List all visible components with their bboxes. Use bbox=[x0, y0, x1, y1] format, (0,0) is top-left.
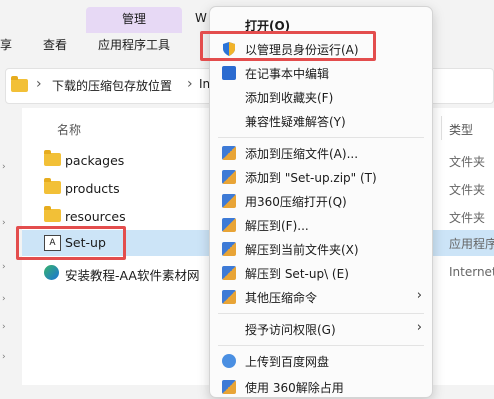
menu-item-extract-here[interactable]: 解压到当前文件夹(X) bbox=[210, 237, 432, 261]
file-name: products bbox=[65, 181, 120, 196]
column-header-name[interactable]: 名称 bbox=[57, 121, 81, 138]
folder-icon bbox=[11, 76, 28, 92]
menu-label: 解压到 Set-up\ (E) bbox=[245, 267, 349, 281]
menu-label: 上传到百度网盘 bbox=[245, 355, 330, 369]
expand-arrow-icon[interactable]: › bbox=[2, 218, 6, 228]
breadcrumb-folder[interactable]: 下载的压缩包存放位置 bbox=[52, 77, 172, 94]
zip-icon bbox=[222, 242, 236, 256]
menu-label: 解压到当前文件夹(X) bbox=[245, 243, 359, 257]
menu-label: 用360压缩打开(Q) bbox=[245, 195, 347, 209]
menu-item-360-unlock[interactable]: 使用 360解除占用 bbox=[210, 375, 432, 399]
zip-icon bbox=[222, 194, 236, 208]
file-name: packages bbox=[65, 153, 125, 168]
menu-item-add-archive[interactable]: 添加到压缩文件(A)... bbox=[210, 141, 432, 165]
menu-divider bbox=[218, 137, 424, 138]
expand-arrow-icon[interactable]: › bbox=[2, 322, 6, 332]
menu-item-more-compress[interactable]: 其他压缩命令 › bbox=[210, 285, 432, 309]
menu-item-baidu-upload[interactable]: 上传到百度网盘 bbox=[210, 349, 432, 373]
zip-icon bbox=[222, 146, 236, 160]
notepad-icon bbox=[222, 66, 236, 80]
folder-icon bbox=[44, 150, 61, 166]
folder-icon bbox=[44, 178, 61, 194]
cloud-icon bbox=[222, 354, 236, 368]
chevron-right-icon: › bbox=[36, 76, 42, 92]
menu-item-edit-notepad[interactable]: 在记事本中编辑 bbox=[210, 61, 432, 85]
ribbon-share[interactable]: 享 bbox=[0, 36, 12, 53]
menu-label: 添加到压缩文件(A)... bbox=[245, 147, 359, 161]
expand-arrow-icon[interactable]: › bbox=[2, 262, 6, 272]
menu-item-extract-to[interactable]: 解压到(F)... bbox=[210, 213, 432, 237]
zip-icon bbox=[222, 218, 236, 232]
menu-label: 添加到收藏夹(F) bbox=[245, 91, 334, 105]
expand-arrow-icon[interactable]: › bbox=[2, 162, 6, 172]
menu-item-grant-access[interactable]: 授予访问权限(G) › bbox=[210, 317, 432, 341]
menu-divider bbox=[218, 345, 424, 346]
chevron-right-icon: › bbox=[416, 320, 422, 335]
menu-divider bbox=[218, 313, 424, 314]
file-type: 应用程序 bbox=[449, 237, 494, 251]
menu-label: 在记事本中编辑 bbox=[245, 67, 330, 81]
menu-label: 使用 360解除占用 bbox=[245, 381, 344, 395]
file-name: 安装教程-AA软件素材网 bbox=[65, 268, 200, 283]
ribbon-app-tools[interactable]: 应用程序工具 bbox=[98, 36, 170, 53]
menu-label: 添加到 "Set-up.zip" (T) bbox=[245, 171, 377, 185]
menu-item-open-360[interactable]: 用360压缩打开(Q) bbox=[210, 189, 432, 213]
zip-icon bbox=[222, 266, 236, 280]
menu-item-extract-folder[interactable]: 解压到 Set-up\ (E) bbox=[210, 261, 432, 285]
navigation-pane bbox=[0, 108, 14, 385]
tab-manage[interactable]: 管理 bbox=[86, 7, 182, 33]
expand-arrow-icon[interactable]: › bbox=[2, 294, 6, 304]
ribbon-view[interactable]: 查看 bbox=[43, 36, 67, 53]
context-menu: 打开(O) 以管理员身份运行(A) 在记事本中编辑 添加到收藏夹(F) 兼容性疑… bbox=[209, 6, 433, 398]
file-type: Internet bbox=[449, 265, 494, 279]
zip-icon bbox=[222, 380, 236, 394]
file-type: 文件夹 bbox=[449, 155, 486, 169]
tab-partial[interactable]: W bbox=[195, 11, 207, 25]
file-name: resources bbox=[65, 209, 126, 224]
expand-arrow-icon[interactable]: › bbox=[2, 352, 6, 362]
column-divider[interactable] bbox=[441, 116, 442, 140]
folder-icon bbox=[44, 206, 61, 222]
file-type: 文件夹 bbox=[449, 183, 486, 197]
file-type: 文件夹 bbox=[449, 211, 486, 225]
edge-icon bbox=[44, 265, 59, 280]
highlight-box bbox=[200, 31, 376, 61]
menu-label: 解压到(F)... bbox=[245, 219, 309, 233]
chevron-right-icon: › bbox=[187, 76, 193, 92]
zip-icon bbox=[222, 170, 236, 184]
column-header-type[interactable]: 类型 bbox=[449, 121, 473, 138]
menu-item-compat-troubleshoot[interactable]: 兼容性疑难解答(Y) bbox=[210, 109, 432, 133]
menu-item-add-favorites[interactable]: 添加到收藏夹(F) bbox=[210, 85, 432, 109]
menu-label: 兼容性疑难解答(Y) bbox=[245, 115, 346, 129]
menu-label: 其他压缩命令 bbox=[245, 291, 318, 305]
menu-item-add-zip[interactable]: 添加到 "Set-up.zip" (T) bbox=[210, 165, 432, 189]
highlight-box bbox=[16, 226, 126, 260]
menu-label: 授予访问权限(G) bbox=[245, 323, 336, 337]
zip-icon bbox=[222, 290, 236, 304]
chevron-right-icon: › bbox=[416, 288, 422, 303]
